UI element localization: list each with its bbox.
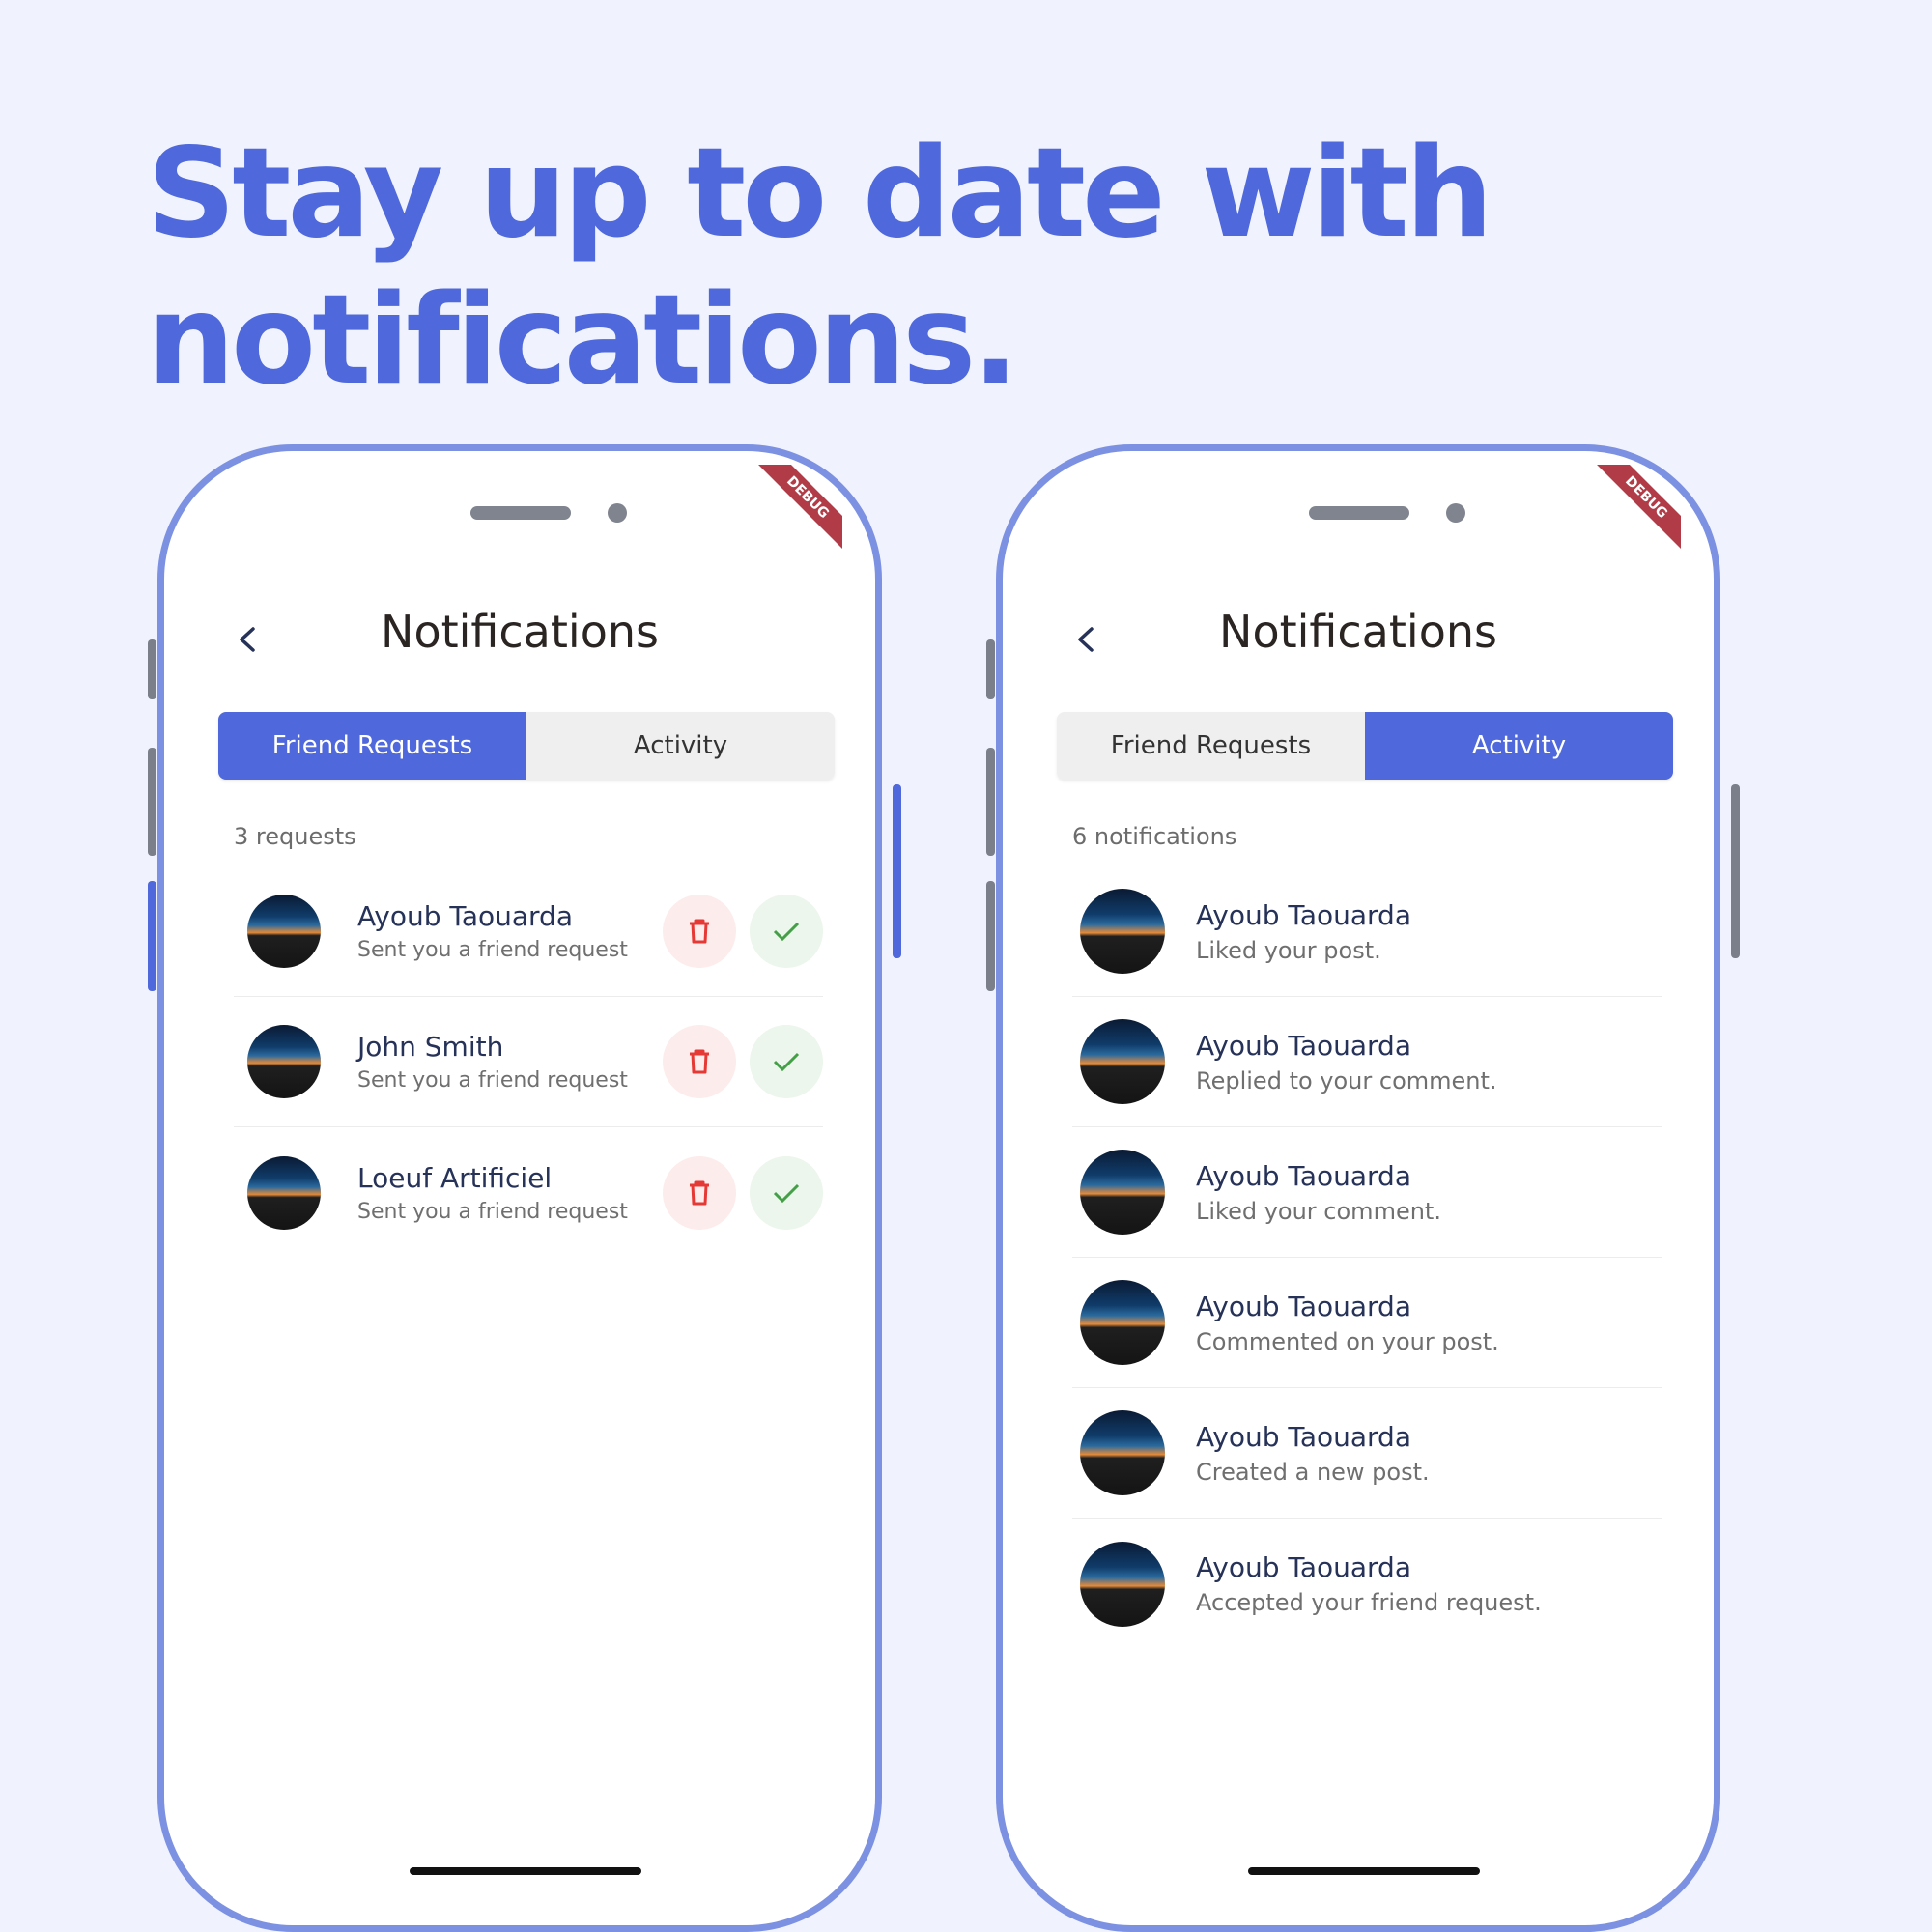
notification-author: Ayoub Taouarda bbox=[1196, 1159, 1411, 1192]
debug-label: DEBUG bbox=[1594, 465, 1681, 552]
trash-icon bbox=[690, 1049, 709, 1074]
phone-right-volume-button bbox=[986, 639, 995, 699]
notification-row[interactable]: Ayoub Taouarda Replied to your comment. bbox=[1072, 997, 1662, 1127]
notifications-count: 6 notifications bbox=[1072, 823, 1237, 850]
check-icon bbox=[773, 1183, 800, 1203]
avatar bbox=[247, 1025, 321, 1098]
check-icon bbox=[773, 922, 800, 942]
notification-row[interactable]: Ayoub Taouarda Commented on your post. bbox=[1072, 1258, 1662, 1388]
requester-name: John Smith bbox=[357, 1031, 504, 1063]
phone-left-power-button bbox=[148, 881, 156, 991]
decline-request-button[interactable] bbox=[663, 895, 736, 968]
accept-request-button[interactable] bbox=[750, 895, 823, 968]
headline-line-1: Stay up to date with bbox=[147, 122, 1493, 266]
notification-row[interactable]: Ayoub Taouarda Liked your comment. bbox=[1072, 1127, 1662, 1258]
tab-friend-requests[interactable]: Friend Requests bbox=[1057, 712, 1365, 780]
friend-request-row: John Smith Sent you a friend request bbox=[234, 997, 823, 1127]
notification-row[interactable]: Ayoub Taouarda Liked your post. bbox=[1072, 867, 1662, 997]
phone-speaker bbox=[1309, 506, 1409, 520]
trash-icon bbox=[690, 919, 709, 944]
avatar bbox=[1080, 1019, 1165, 1104]
notification-text: Liked your post. bbox=[1196, 936, 1381, 964]
tab-activity[interactable]: Activity bbox=[1365, 712, 1673, 780]
tab-bar: Friend Requests Activity bbox=[1057, 712, 1673, 780]
notification-author: Ayoub Taouarda bbox=[1196, 1029, 1411, 1062]
request-text: Sent you a friend request bbox=[357, 1199, 628, 1224]
requester-name: Ayoub Taouarda bbox=[357, 900, 573, 932]
page-title: Notifications bbox=[1219, 606, 1497, 658]
decline-request-button[interactable] bbox=[663, 1155, 736, 1230]
notification-text: Created a new post. bbox=[1196, 1458, 1430, 1486]
phone-right-volume-button bbox=[986, 748, 995, 856]
tab-activity[interactable]: Activity bbox=[526, 712, 835, 780]
debug-banner: DEBUG bbox=[1594, 465, 1681, 552]
notification-row[interactable]: Ayoub Taouarda Accepted your friend requ… bbox=[1072, 1519, 1662, 1649]
phone-friend-requests: DEBUG Notifications Friend Requests Acti… bbox=[157, 444, 882, 1932]
phone-left-volume-button bbox=[148, 639, 156, 699]
request-text: Sent you a friend request bbox=[357, 938, 628, 962]
debug-banner: DEBUG bbox=[755, 465, 842, 552]
friend-request-row: Ayoub Taouarda Sent you a friend request bbox=[234, 867, 823, 997]
friend-request-row: Loeuf Artificiel Sent you a friend reque… bbox=[234, 1127, 823, 1258]
debug-label: DEBUG bbox=[755, 465, 842, 552]
notification-text: Accepted your friend request. bbox=[1196, 1589, 1542, 1616]
headline: Stay up to date with notifications. bbox=[147, 121, 1789, 414]
notification-list: Ayoub Taouarda Liked your post. Ayoub Ta… bbox=[1072, 867, 1662, 1649]
home-indicator[interactable] bbox=[1248, 1867, 1480, 1875]
phone-activity: DEBUG Notifications Friend Requests Acti… bbox=[996, 444, 1720, 1932]
notification-row[interactable]: Ayoub Taouarda Created a new post. bbox=[1072, 1388, 1662, 1519]
trash-icon bbox=[690, 1180, 709, 1205]
phone-right-volume-button bbox=[986, 881, 995, 991]
phone-left-side-button bbox=[893, 784, 901, 958]
check-icon bbox=[773, 1052, 800, 1072]
phone-right-side-button bbox=[1731, 784, 1740, 958]
home-indicator[interactable] bbox=[410, 1867, 641, 1875]
avatar bbox=[1080, 1150, 1165, 1235]
notification-author: Ayoub Taouarda bbox=[1196, 1420, 1411, 1453]
avatar bbox=[1080, 1410, 1165, 1495]
notification-text: Replied to your comment. bbox=[1196, 1066, 1497, 1094]
requester-name: Loeuf Artificiel bbox=[357, 1161, 553, 1194]
notification-author: Ayoub Taouarda bbox=[1196, 1551, 1411, 1583]
page-title: Notifications bbox=[381, 606, 659, 658]
avatar bbox=[247, 895, 321, 968]
avatar bbox=[247, 1155, 321, 1230]
avatar bbox=[1080, 889, 1165, 974]
notification-author: Ayoub Taouarda bbox=[1196, 898, 1411, 931]
phone-camera bbox=[1446, 503, 1465, 523]
tab-bar: Friend Requests Activity bbox=[218, 712, 835, 780]
requests-count: 3 requests bbox=[234, 823, 356, 850]
phone-speaker bbox=[470, 506, 571, 520]
notification-text: Liked your comment. bbox=[1196, 1197, 1441, 1225]
notification-text: Commented on your post. bbox=[1196, 1327, 1499, 1355]
friend-request-list: Ayoub Taouarda Sent you a friend request… bbox=[234, 867, 823, 1258]
avatar bbox=[1080, 1541, 1165, 1627]
notification-author: Ayoub Taouarda bbox=[1196, 1290, 1411, 1322]
phone-left-volume-button bbox=[148, 748, 156, 856]
decline-request-button[interactable] bbox=[663, 1025, 736, 1098]
accept-request-button[interactable] bbox=[750, 1025, 823, 1098]
accept-request-button[interactable] bbox=[750, 1155, 823, 1230]
request-text: Sent you a friend request bbox=[357, 1068, 628, 1093]
phone-camera bbox=[608, 503, 627, 523]
tab-friend-requests[interactable]: Friend Requests bbox=[218, 712, 526, 780]
headline-line-2: notifications. bbox=[147, 269, 1019, 412]
avatar bbox=[1080, 1280, 1165, 1365]
